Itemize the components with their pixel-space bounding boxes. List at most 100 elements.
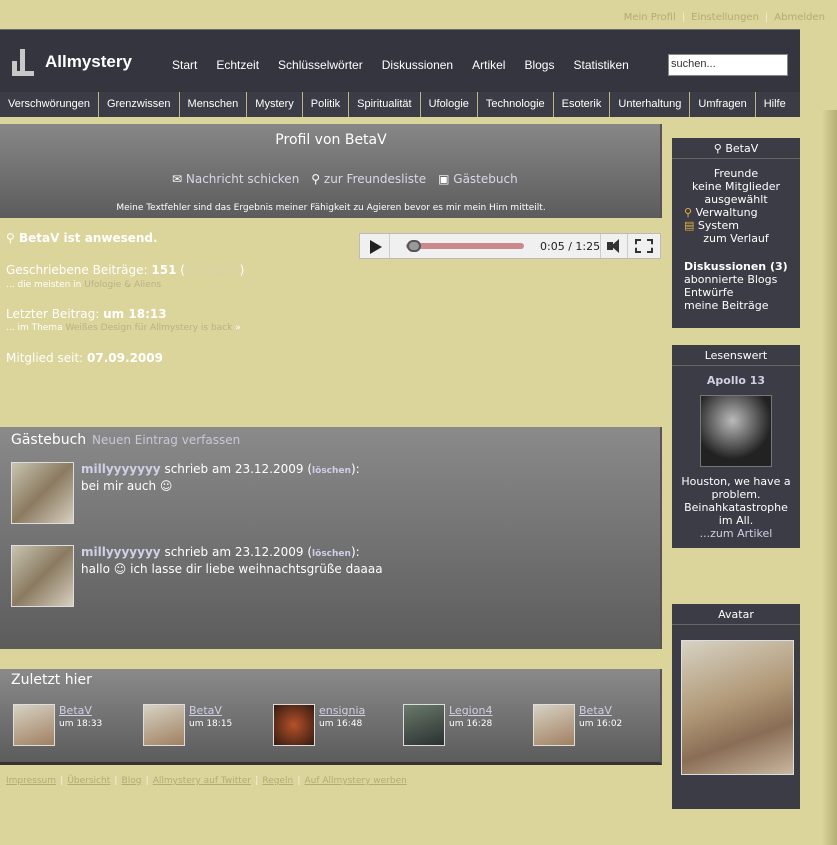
guestbook-link[interactable]: Gästebuch <box>453 172 517 186</box>
nav-diskussionen[interactable]: Diskussionen <box>382 58 453 72</box>
subscribed-blogs-link[interactable]: abonnierte Blogs <box>684 273 777 286</box>
delete-link[interactable]: löschen <box>312 549 351 559</box>
visitor-name[interactable]: Legion4 <box>449 704 492 717</box>
last-post-sub: ... im Thema Weißes Design für Allmyster… <box>6 323 241 333</box>
guestbook-section: Gästebuch Neuen Eintrag verfassen millyy… <box>0 427 662 649</box>
history-link[interactable]: zum Verlauf <box>703 232 769 245</box>
visitor-name[interactable]: BetaV <box>579 704 612 717</box>
guestbook-entry: millyyyyyyy schrieb am 23.12.2009 (lösch… <box>11 462 651 524</box>
avatar[interactable] <box>13 704 55 746</box>
cat-politik[interactable]: Politik <box>303 92 350 117</box>
window-edge <box>822 110 837 845</box>
search-input[interactable]: suchen... <box>668 54 788 76</box>
nav-artikel[interactable]: Artikel <box>472 58 505 72</box>
visitor-item: BetaV um 18:15 <box>143 704 268 746</box>
last-post-stat: Letzter Beitrag: um 18:13 <box>6 307 167 321</box>
footer-impressum[interactable]: Impressum <box>6 776 56 786</box>
drafts-link[interactable]: Entwürfe <box>684 286 733 299</box>
play-icon <box>370 240 382 254</box>
no-friends-text: keine Mitglieder ausgewählt <box>691 180 781 206</box>
my-profile-link[interactable]: Mein Profil <box>624 12 676 23</box>
person-icon: ⚲ <box>311 172 324 186</box>
avatar[interactable] <box>143 704 185 746</box>
member-since: Mitglied seit: 07.09.2009 <box>6 351 163 365</box>
avatar-title: Avatar <box>672 604 800 625</box>
friendlist-link[interactable]: zur Freundesliste <box>324 172 426 186</box>
footer-werben[interactable]: Auf Allmystery werben <box>305 776 407 786</box>
cat-verschwoerungen[interactable]: Verschwörungen <box>0 92 99 117</box>
new-entry-link[interactable]: Neuen Eintrag verfassen <box>92 433 240 447</box>
lesenswert-box: Lesenswert Apollo 13 Houston, we have a … <box>672 345 800 548</box>
avatar[interactable] <box>403 704 445 746</box>
logout-link[interactable]: Abmelden <box>774 12 825 23</box>
admin-label: Verwaltung <box>695 206 758 219</box>
footer-regeln[interactable]: Regeln <box>262 776 293 786</box>
mail-icon: ✉ <box>172 172 186 186</box>
entry-user-link[interactable]: millyyyyyyy <box>81 462 161 476</box>
online-status: ⚲ BetaV ist anwesend. <box>6 231 158 245</box>
footer-twitter[interactable]: Allmystery auf Twitter <box>153 776 251 786</box>
cat-umfragen[interactable]: Umfragen <box>690 92 756 117</box>
send-message-link[interactable]: Nachricht schicken <box>186 172 299 186</box>
article-thumbnail[interactable] <box>700 395 772 467</box>
visitor-name[interactable]: BetaV <box>59 704 92 717</box>
visitor-item: BetaV um 16:02 <box>533 704 658 746</box>
delete-link[interactable]: löschen <box>312 466 351 476</box>
visitor-item: ensignia um 16:48 <box>273 704 398 746</box>
avatar[interactable] <box>273 704 315 746</box>
entry-message: hallo ☺ ich lasse dir liebe weihnachtsgr… <box>81 562 383 576</box>
recent-title: Zuletzt hier <box>11 672 92 688</box>
cat-ufologie[interactable]: Ufologie <box>421 92 478 117</box>
cat-unterhaltung[interactable]: Unterhaltung <box>610 92 691 117</box>
play-button[interactable] <box>360 234 390 258</box>
visitor-name[interactable]: ensignia <box>319 704 365 717</box>
to-article-link[interactable]: ...zum Artikel <box>700 527 773 540</box>
arrow-icon: » <box>235 323 241 333</box>
visitor-name[interactable]: BetaV <box>189 704 222 717</box>
footer-blog[interactable]: Blog <box>122 776 142 786</box>
show-posts-link[interactable]: anzeigen <box>185 263 240 277</box>
footer-uebersicht[interactable]: Übersicht <box>67 776 110 786</box>
profile-actions: ✉ Nachricht schicken ⚲ zur Freundesliste… <box>172 172 518 186</box>
cat-menschen[interactable]: Menschen <box>180 92 248 117</box>
top-category-link[interactable]: Ufologie & Aliens <box>84 280 161 290</box>
visitor-item: Legion4 um 16:28 <box>403 704 528 746</box>
cat-esoterik[interactable]: Esoterik <box>554 92 611 117</box>
cat-spiritualitaet[interactable]: Spiritualität <box>349 92 421 117</box>
user-avatar-image <box>681 640 794 775</box>
fullscreen-button[interactable] <box>635 239 653 253</box>
system-label: System <box>697 219 739 232</box>
user-box: ⚲ BetaV Freunde keine Mitglieder ausgewä… <box>672 138 800 328</box>
article-link[interactable]: Apollo 13 <box>707 374 765 387</box>
cat-hilfe[interactable]: Hilfe <box>756 92 794 117</box>
seek-knob[interactable] <box>406 240 421 252</box>
nav-start[interactable]: Start <box>172 58 197 72</box>
avatar[interactable] <box>11 462 74 524</box>
cat-grenzwissen[interactable]: Grenzwissen <box>99 92 180 117</box>
nav-schluesselwoerter[interactable]: Schlüsselwörter <box>278 58 363 72</box>
nav-statistiken[interactable]: Statistiken <box>573 58 628 72</box>
cat-mystery[interactable]: Mystery <box>247 92 303 117</box>
player-time: 0:05 / 1:25 <box>540 240 601 253</box>
discussions-link[interactable]: Diskussionen (3) <box>684 260 788 273</box>
guestbook-title: Gästebuch <box>11 432 87 448</box>
cat-technologie[interactable]: Technologie <box>478 92 554 117</box>
guestbook-icon: ▣ <box>438 172 454 186</box>
entry-message: bei mir auch ☺ <box>81 479 173 493</box>
last-thread-link[interactable]: Weißes Design für Allmystery is back <box>65 323 232 333</box>
avatar[interactable] <box>533 704 575 746</box>
posts-stat: Geschriebene Beiträge: 151 (anzeigen) <box>6 263 245 277</box>
my-posts-link[interactable]: meine Beiträge <box>684 299 768 312</box>
nav-blogs[interactable]: Blogs <box>524 58 554 72</box>
profile-header: Profil von BetaV ✉ Nachricht schicken ⚲ … <box>0 124 662 218</box>
seek-slider[interactable] <box>400 240 525 252</box>
entry-user-link[interactable]: millyyyyyyy <box>81 545 161 559</box>
volume-button[interactable] <box>600 234 628 258</box>
footer: Impressum | Übersicht | Blog | Allmystery auf … <box>6 776 407 786</box>
settings-link[interactable]: Einstellungen <box>691 12 759 23</box>
avatar[interactable] <box>11 545 74 607</box>
friends-link[interactable]: Freunde <box>714 167 758 180</box>
nav-echtzeit[interactable]: Echtzeit <box>216 58 259 72</box>
logo[interactable]: Allmystery <box>12 47 142 77</box>
article-teaser: Houston, we have a problem. Beinahkatast… <box>681 475 791 527</box>
